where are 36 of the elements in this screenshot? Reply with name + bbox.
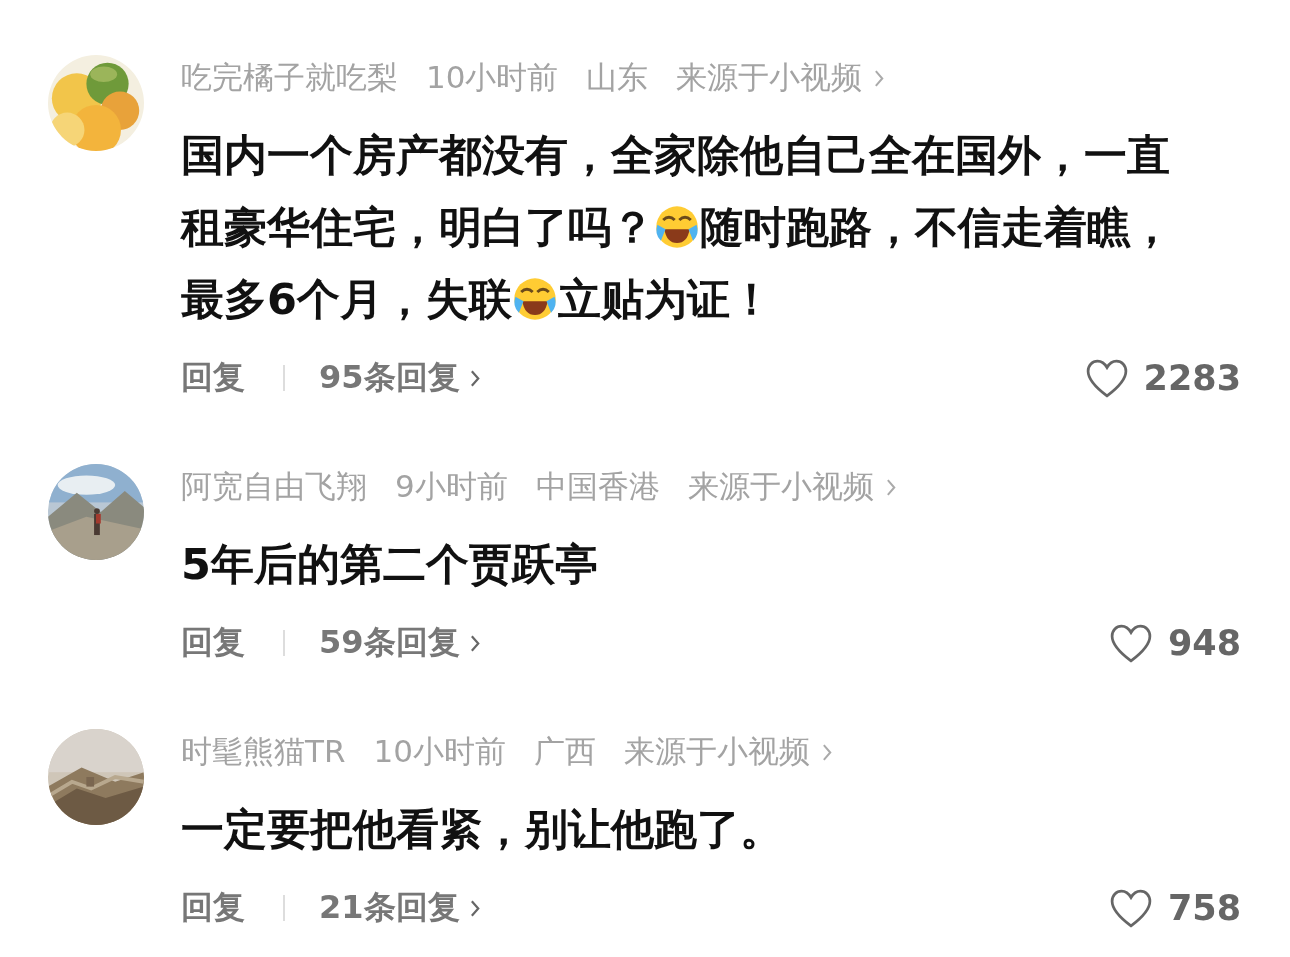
comment-text: 国内一个房产都没有，全家除他自己全在国外，一直: [181, 129, 1170, 182]
comment-location: 山东: [586, 58, 649, 97]
source-link[interactable]: 来源于小视频: [676, 57, 863, 99]
like-count: 2283: [1143, 358, 1241, 398]
heart-icon[interactable]: [1109, 888, 1152, 928]
heart-icon[interactable]: [1109, 623, 1152, 663]
comment-time: 9小时前: [395, 467, 508, 506]
comment-text: 最多6个月，失联: [181, 273, 512, 326]
replies-link[interactable]: 95条回复: [319, 356, 460, 400]
reply-button[interactable]: 回复: [181, 621, 245, 665]
heart-icon[interactable]: [1085, 358, 1128, 398]
comment-text: 立贴为证！: [557, 273, 773, 326]
replies-link[interactable]: 21条回复: [319, 886, 460, 930]
comment-time: 10小时前: [426, 58, 559, 97]
comment-location: 中国香港: [535, 467, 660, 506]
replies-link[interactable]: 59条回复: [319, 621, 460, 665]
laughing-face-icon: [654, 204, 700, 250]
user-name[interactable]: 阿宽自由飞翔: [181, 466, 367, 508]
reply-button[interactable]: 回复: [181, 886, 245, 930]
comment-location: 广西: [533, 732, 596, 771]
chevron-right-icon[interactable]: [469, 633, 481, 653]
comment-text: 一定要把他看紧，别让他跑了。: [181, 803, 783, 856]
comment-text: 随时跑路，不信走着瞧，: [700, 201, 1173, 254]
reply-button[interactable]: 回复: [181, 356, 245, 400]
like-count: 758: [1167, 888, 1241, 928]
user-name[interactable]: 吃完橘子就吃梨: [181, 57, 398, 99]
like-count: 948: [1167, 623, 1241, 663]
source-link[interactable]: 来源于小视频: [623, 731, 810, 773]
chevron-right-icon[interactable]: [469, 368, 481, 388]
comment-text: 5年后的第二个贾跃亭: [181, 538, 598, 591]
chevron-right-icon[interactable]: [469, 898, 481, 918]
laughing-face-icon: [511, 276, 558, 322]
comment-text: 租豪华住宅，明白了吗？: [181, 201, 654, 254]
source-link[interactable]: 来源于小视频: [687, 466, 874, 508]
user-name[interactable]: 时髦熊猫TR: [181, 731, 346, 773]
comment-time: 10小时前: [373, 732, 506, 771]
